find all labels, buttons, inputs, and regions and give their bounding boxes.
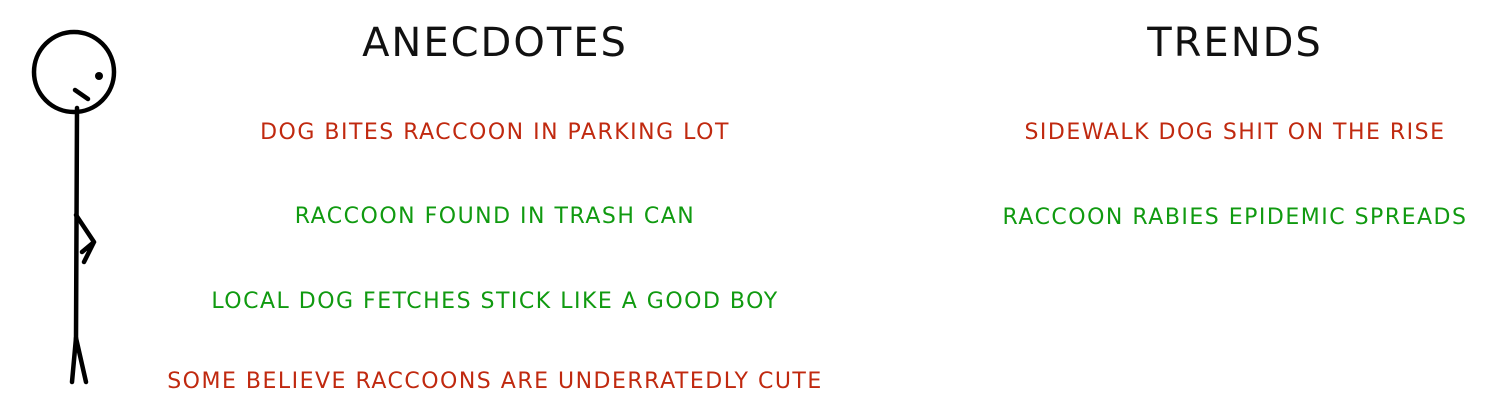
anecdote-item: LOCAL DOG FETCHES STICK LIKE A GOOD BOY: [211, 289, 779, 314]
trends-column: TRENDS SIDEWALK DOG SHIT ON THE RISE RAC…: [990, 0, 1480, 415]
face-mark: [72, 87, 91, 102]
body-line: [73, 105, 80, 343]
anecdotes-heading: ANECDOTES: [362, 20, 628, 66]
trend-item: SIDEWALK DOG SHIT ON THE RISE: [1024, 120, 1446, 145]
anecdote-item: SOME BELIEVE RACCOONS ARE UNDERRATEDLY C…: [167, 369, 823, 394]
anecdote-item: DOG BITES RACCOON IN PARKING LOT: [260, 120, 730, 145]
trends-heading: TRENDS: [1147, 20, 1323, 66]
head-shape: [31, 29, 117, 115]
eye-dot: [95, 72, 103, 80]
arm-line: [73, 212, 97, 265]
anecdote-item: RACCOON FOUND IN TRASH CAN: [294, 204, 696, 229]
anecdotes-column: ANECDOTES DOG BITES RACCOON IN PARKING L…: [140, 0, 850, 415]
trend-item: RACCOON RABIES EPIDEMIC SPREADS: [1002, 205, 1468, 230]
stick-figure-illustration: [31, 29, 117, 385]
legs-line: [69, 335, 89, 385]
